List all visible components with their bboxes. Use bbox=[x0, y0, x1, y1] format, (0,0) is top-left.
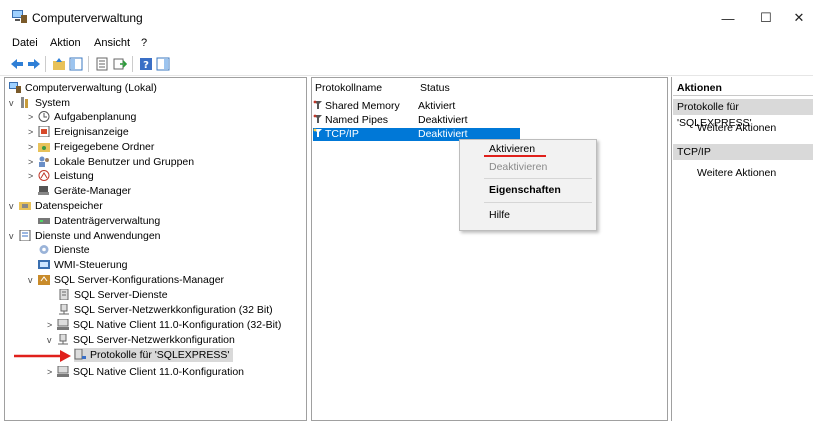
toolbar-separator bbox=[88, 56, 89, 72]
context-menu-help[interactable]: Hilfe bbox=[489, 209, 510, 221]
chevron-right-icon[interactable]: > bbox=[47, 318, 57, 332]
task-scheduler-icon bbox=[38, 111, 50, 122]
tree-item-services-apps[interactable]: v Dienste und Anwendungen bbox=[9, 229, 161, 243]
computer-management-icon bbox=[12, 10, 27, 23]
menu-aktion[interactable]: Aktion bbox=[50, 37, 81, 49]
annotation-arrow-icon bbox=[14, 350, 71, 362]
maximize-button[interactable]: ☐ bbox=[748, 6, 784, 30]
menu-datei[interactable]: Datei bbox=[12, 37, 38, 49]
tree-item-sql-config-manager[interactable]: v SQL Server-Konfigurations-Manager bbox=[28, 273, 224, 287]
chevron-right-icon[interactable]: > bbox=[47, 365, 57, 379]
chevron-down-icon[interactable]: v bbox=[47, 333, 57, 347]
show-actions-icon[interactable] bbox=[156, 57, 170, 71]
chevron-right-icon[interactable]: > bbox=[28, 140, 38, 154]
services-icon bbox=[39, 245, 49, 254]
tree-item-local-users[interactable]: > Lokale Benutzer und Gruppen bbox=[28, 155, 194, 169]
tree-item-disk-management[interactable]: Datenträgerverwaltung bbox=[38, 214, 160, 228]
tree-item-shared-folders[interactable]: > Freigegebene Ordner bbox=[28, 140, 154, 154]
actions-more-link[interactable]: Weitere Aktionen bbox=[697, 122, 776, 134]
properties-icon[interactable] bbox=[95, 57, 109, 71]
native-client-icon bbox=[57, 366, 69, 377]
menu-help[interactable]: ? bbox=[141, 37, 147, 49]
context-menu-disable: Deaktivieren bbox=[489, 161, 548, 173]
chevron-down-icon[interactable]: v bbox=[9, 199, 19, 213]
tree-item-computer-management[interactable]: Computerverwaltung (Lokal) bbox=[9, 81, 157, 95]
tree-item-device-manager[interactable]: Geräte-Manager bbox=[38, 184, 131, 198]
help-icon[interactable]: ? bbox=[139, 57, 153, 71]
disk-management-icon bbox=[38, 218, 50, 224]
tree-item-network-config-32[interactable]: SQL Server-Netzwerkkonfiguration (32 Bit… bbox=[58, 303, 273, 317]
minimize-button[interactable]: — bbox=[710, 6, 746, 30]
context-menu-enable[interactable]: Aktivieren bbox=[489, 143, 535, 155]
tree-item-label: Computerverwaltung (Lokal) bbox=[25, 82, 157, 94]
protocol-icon bbox=[313, 128, 322, 137]
column-header-name[interactable]: Protokollname bbox=[315, 82, 382, 94]
storage-icon bbox=[19, 202, 31, 210]
sql-services-icon bbox=[59, 289, 69, 300]
tree-item-performance[interactable]: > Leistung bbox=[28, 169, 94, 183]
protocol-icon bbox=[313, 100, 322, 109]
users-icon bbox=[39, 156, 49, 167]
wmi-icon bbox=[38, 260, 50, 269]
actions-section-tcpip[interactable]: TCP/IP bbox=[673, 144, 813, 160]
forward-icon[interactable] bbox=[27, 57, 41, 71]
tree-item-native-client-32[interactable]: > SQL Native Client 11.0-Konfiguration (3… bbox=[47, 318, 281, 332]
shared-folders-icon bbox=[38, 143, 50, 152]
services-apps-icon bbox=[19, 230, 31, 241]
toolbar-separator bbox=[45, 56, 46, 72]
show-tree-icon[interactable] bbox=[69, 57, 83, 71]
menu-separator bbox=[484, 202, 592, 203]
native-client-icon bbox=[57, 319, 69, 330]
protocol-icon bbox=[313, 114, 322, 123]
chevron-down-icon[interactable]: v bbox=[9, 229, 19, 243]
chevron-down-icon[interactable]: v bbox=[28, 273, 38, 287]
context-menu: Aktivieren Deaktivieren Eigenschaften Hi… bbox=[459, 139, 597, 231]
event-viewer-icon bbox=[38, 126, 50, 137]
tree-item-storage[interactable]: v Datenspeicher bbox=[9, 199, 103, 213]
chevron-right-icon[interactable]: > bbox=[28, 110, 38, 124]
list-item[interactable]: Shared Memory Aktiviert bbox=[313, 100, 455, 113]
actions-header: Aktionen bbox=[673, 80, 813, 96]
tree-item-event-viewer[interactable]: > Ereignisanzeige bbox=[28, 125, 129, 139]
system-tools-icon bbox=[21, 97, 28, 108]
tree-item-wmi[interactable]: WMI-Steuerung bbox=[38, 258, 128, 272]
tree-item-task-scheduler[interactable]: > Aufgabenplanung bbox=[28, 110, 136, 124]
menu-ansicht[interactable]: Ansicht bbox=[94, 37, 130, 49]
tree-item-system[interactable]: v System bbox=[9, 96, 70, 110]
device-manager-icon bbox=[38, 186, 49, 195]
tree-item-services[interactable]: Dienste bbox=[38, 243, 90, 257]
close-button[interactable]: ✕ bbox=[781, 6, 813, 30]
tree-item-protocols-sqlexpress[interactable]: Protokolle für 'SQLEXPRESS' bbox=[74, 348, 234, 362]
up-folder-icon[interactable] bbox=[52, 57, 66, 71]
protocols-icon bbox=[74, 349, 86, 360]
network-config-icon bbox=[59, 304, 69, 315]
tree-item-native-client[interactable]: > SQL Native Client 11.0-Konfiguration bbox=[47, 365, 244, 379]
actions-more-link[interactable]: Weitere Aktionen bbox=[697, 167, 776, 179]
svg-text:?: ? bbox=[143, 60, 149, 71]
list-item[interactable]: Named Pipes Deaktiviert bbox=[313, 114, 468, 127]
tree-item-sql-services[interactable]: SQL Server-Dienste bbox=[58, 288, 168, 302]
annotation-underline bbox=[484, 155, 546, 157]
network-config-icon bbox=[58, 334, 68, 345]
sql-config-icon bbox=[38, 275, 50, 285]
chevron-right-icon[interactable]: > bbox=[28, 125, 38, 139]
actions-section-protocols[interactable]: Protokolle für 'SQLEXPRESS' bbox=[673, 99, 813, 129]
chevron-right-icon[interactable]: > bbox=[28, 155, 38, 169]
tree-item-network-config[interactable]: v SQL Server-Netzwerkkonfiguration bbox=[47, 333, 235, 347]
performance-icon bbox=[38, 170, 50, 181]
chevron-right-icon[interactable]: > bbox=[28, 169, 38, 183]
back-icon[interactable] bbox=[10, 57, 24, 71]
chevron-down-icon[interactable]: v bbox=[9, 96, 19, 110]
menu-separator bbox=[484, 178, 592, 179]
computer-management-icon bbox=[9, 82, 21, 93]
toolbar-separator bbox=[132, 56, 133, 72]
export-icon[interactable] bbox=[113, 57, 127, 71]
context-menu-properties[interactable]: Eigenschaften bbox=[489, 184, 561, 196]
window-title: Computerverwaltung bbox=[32, 11, 143, 25]
column-header-status[interactable]: Status bbox=[420, 82, 450, 94]
